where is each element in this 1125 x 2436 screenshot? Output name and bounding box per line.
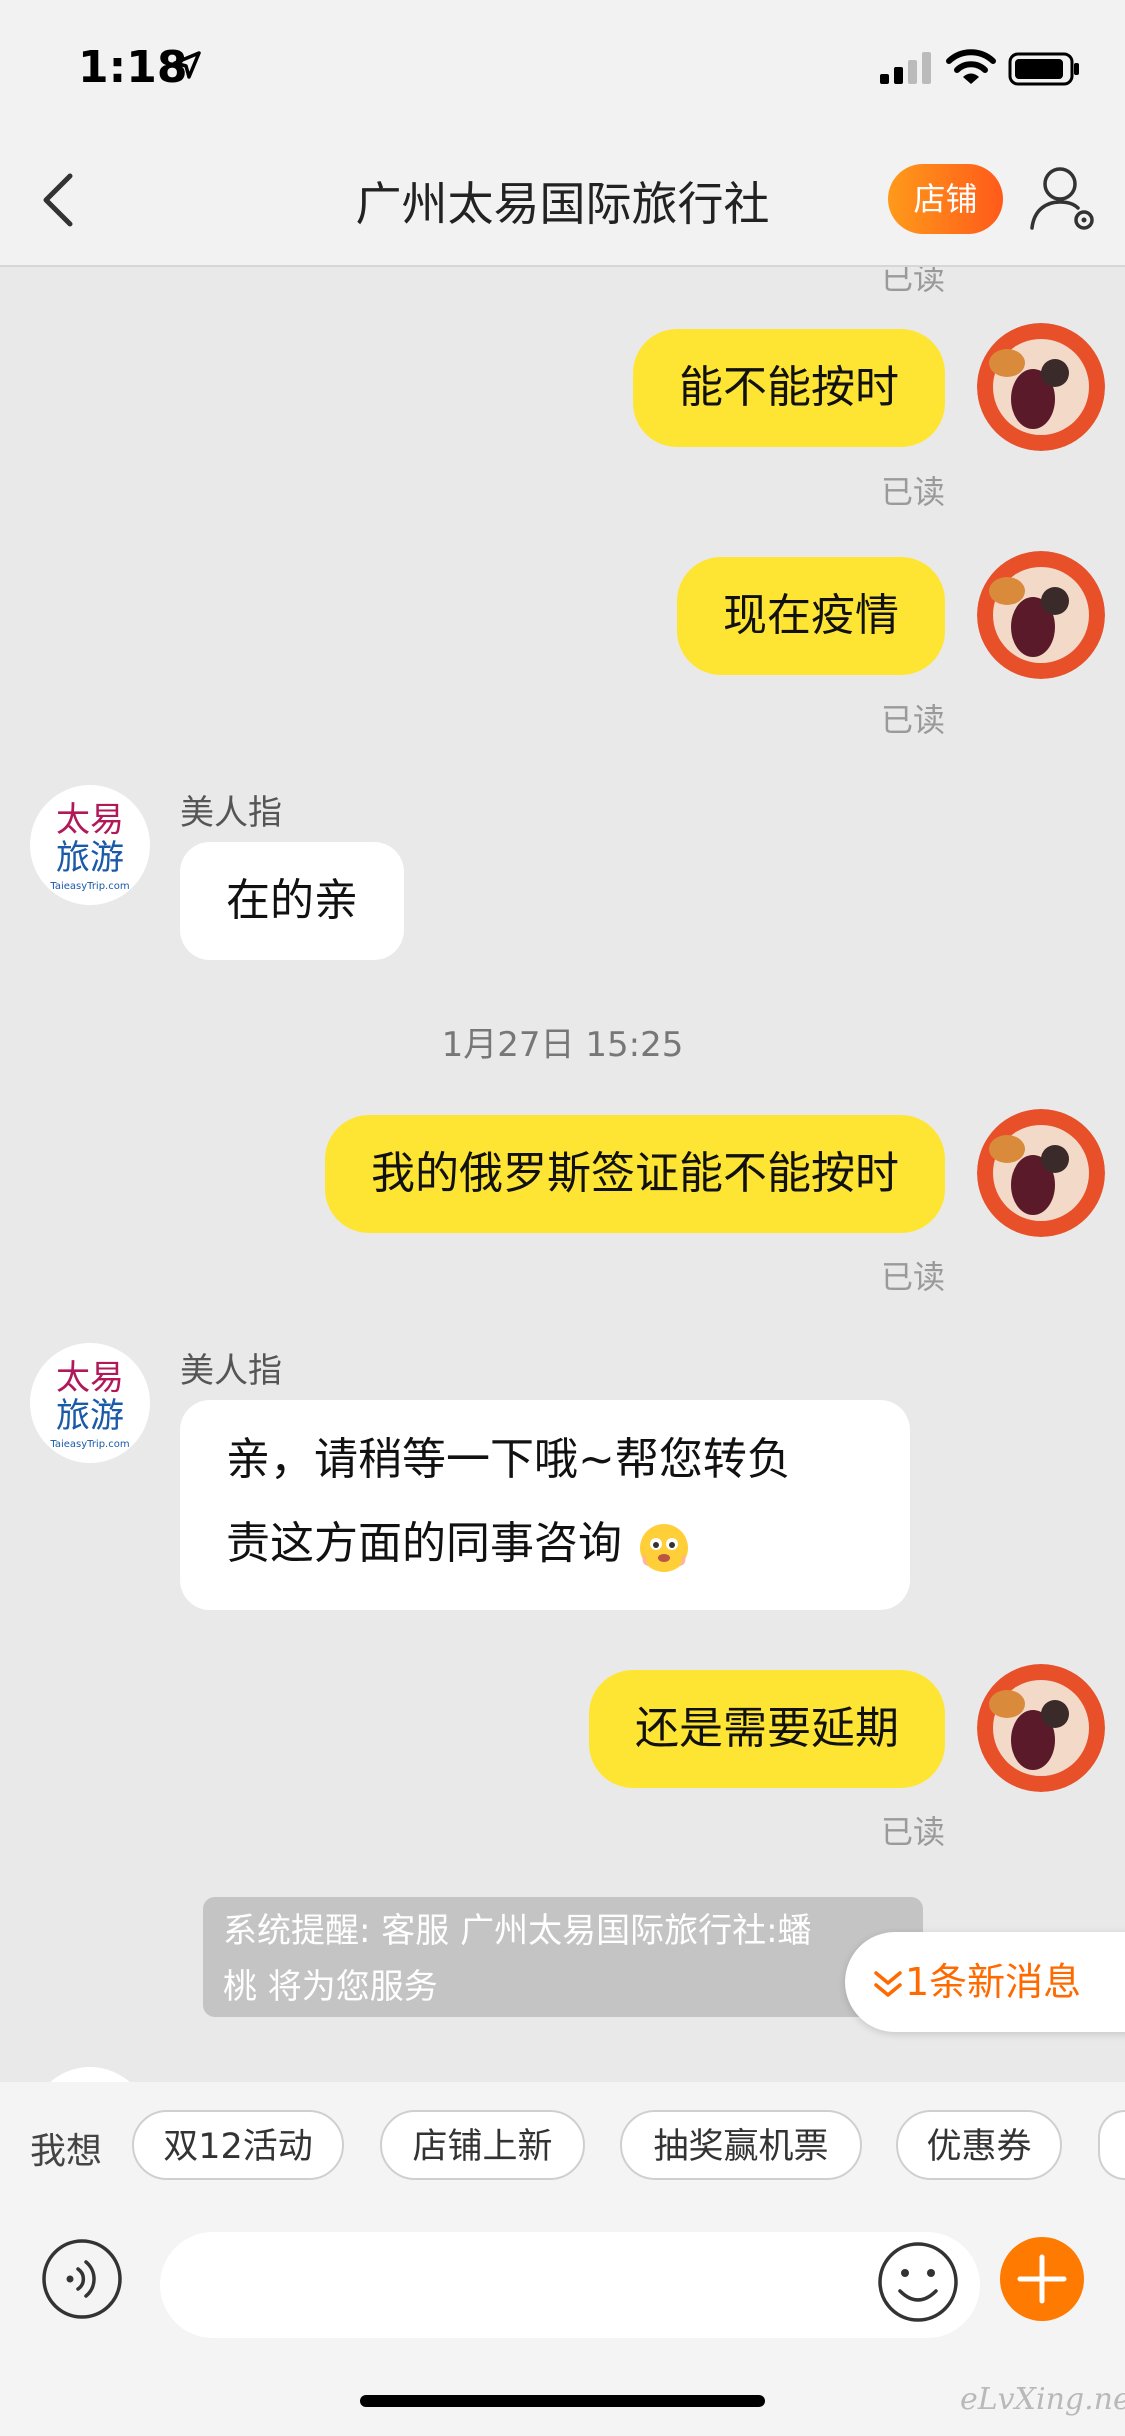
read-receipt: 已读: [880, 473, 945, 511]
my-message-bubble[interactable]: 现在疫情: [677, 557, 945, 675]
location-arrow-icon: [173, 51, 201, 79]
voice-input-icon[interactable]: [40, 2237, 124, 2321]
new-message-button[interactable]: 1条新消息: [845, 1932, 1125, 2032]
input-bar: [0, 2212, 1125, 2436]
their-message-bubble[interactable]: 亲，请稍等一下哦~帮您转负 责这方面的同事咨询: [180, 1400, 910, 1610]
emoji-icon[interactable]: [875, 2239, 961, 2325]
svg-text:太易: 太易: [56, 1358, 124, 1398]
battery-icon: [1008, 52, 1079, 86]
my-message-bubble[interactable]: 能不能按时: [633, 329, 945, 447]
shop-avatar[interactable]: 太易: [30, 2067, 150, 2082]
sender-name: 美人指: [180, 793, 282, 833]
svg-text:TaieasyTrip.com: TaieasyTrip.com: [49, 1439, 129, 1450]
quick-reply-bar: 我想 双12活动 店铺上新 抽奖赢机票 优惠券: [0, 2082, 1125, 2212]
nervous-face-emoji-icon: [640, 1524, 688, 1572]
read-receipt: 已读: [880, 1258, 945, 1296]
system-notice-line: 桃 将为您服务: [223, 1967, 438, 2007]
my-message-bubble[interactable]: 我的俄罗斯签证能不能按时: [325, 1115, 945, 1233]
home-indicator: [360, 2395, 765, 2407]
quick-chip-new-arrivals[interactable]: 店铺上新: [380, 2110, 585, 2180]
svg-text:旅游: 旅游: [56, 838, 124, 878]
message-input[interactable]: [160, 2232, 980, 2338]
svg-text:旅游: 旅游: [56, 1396, 124, 1436]
svg-text:TaieasyTrip.com: TaieasyTrip.com: [49, 881, 129, 892]
new-message-label: 1条新消息: [905, 1960, 1082, 2004]
read-receipt: 已读: [880, 1813, 945, 1851]
timestamp: 1月27日 15:25: [441, 1025, 684, 1065]
wifi-icon: [946, 49, 996, 84]
watermark: eLvXing.net: [960, 2382, 1125, 2417]
system-notice-line: 系统提醒: 客服 广州太易国际旅行社:蟠: [223, 1911, 812, 1951]
sender-name: 美人指: [180, 1351, 282, 1391]
chat-area[interactable]: 已读 能不能按时 已读 现在疫情 已读 太易 旅游 TaieasyTrip.co…: [0, 267, 1125, 2082]
user-settings-icon[interactable]: [1028, 162, 1098, 234]
my-avatar[interactable]: [977, 551, 1105, 679]
my-avatar[interactable]: [977, 1664, 1105, 1792]
message-line: 责这方面的同事咨询: [226, 1502, 864, 1586]
my-message-bubble[interactable]: 还是需要延期: [589, 1670, 945, 1788]
read-receipt: 已读: [880, 267, 945, 297]
status-bar: 1:18: [0, 0, 1125, 140]
my-avatar[interactable]: [977, 323, 1105, 451]
plus-icon: [1017, 2254, 1067, 2304]
quick-chip-more[interactable]: [1098, 2110, 1125, 2180]
quick-chip-double12[interactable]: 双12活动: [132, 2110, 344, 2180]
more-actions-button[interactable]: [1000, 2237, 1084, 2321]
svg-text:太易: 太易: [56, 800, 124, 840]
double-chevron-down-icon: [874, 1970, 902, 1997]
system-notice: 系统提醒: 客服 广州太易国际旅行社:蟠 桃 将为您服务: [203, 1897, 923, 2017]
my-avatar[interactable]: [977, 1109, 1105, 1237]
quick-bar-label: 我想: [30, 2131, 103, 2172]
cellular-signal-icon: [880, 52, 931, 84]
shop-button[interactable]: 店铺: [888, 164, 1003, 234]
shop-avatar[interactable]: 太易 旅游 TaieasyTrip.com: [30, 1343, 150, 1463]
quick-chip-lottery[interactable]: 抽奖赢机票: [620, 2110, 862, 2180]
read-receipt: 已读: [880, 701, 945, 739]
quick-chip-coupon[interactable]: 优惠券: [896, 2110, 1062, 2180]
their-message-bubble[interactable]: 在的亲: [180, 842, 404, 960]
message-line: 亲，请稍等一下哦~帮您转负: [226, 1434, 791, 1485]
nav-bar: 广州太易国际旅行社 店铺: [0, 140, 1125, 267]
shop-avatar[interactable]: 太易 旅游 TaieasyTrip.com: [30, 785, 150, 905]
